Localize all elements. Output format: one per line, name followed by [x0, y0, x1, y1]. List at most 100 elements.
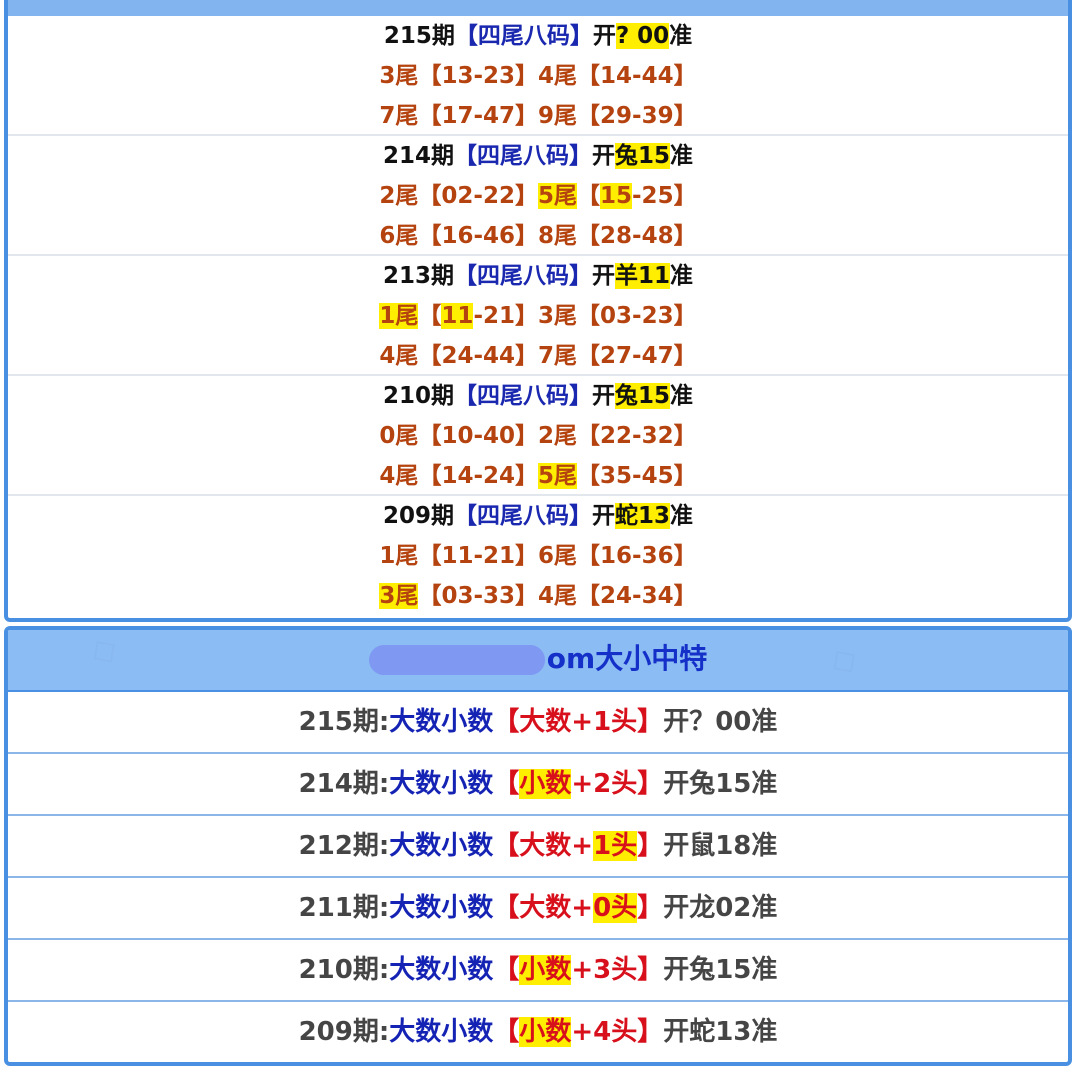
- tail-code-segment: 【14-24】: [418, 463, 538, 489]
- big-small-row: 209期:大数小数【小数+4头】开蛇13准: [8, 1002, 1068, 1062]
- prediction-segment: +4头】: [571, 1017, 664, 1047]
- open-prefix: 开: [592, 503, 615, 529]
- issue-number: 209期: [382, 503, 454, 529]
- row-label: 大数小数: [389, 831, 494, 861]
- tail-code-segment: 【03-33】: [418, 583, 538, 609]
- tail-code-segment: 【: [418, 303, 442, 329]
- prediction-segment: 【大数+1头】: [493, 707, 664, 737]
- tail-code-line: 3尾【13-23】4尾【14-44】: [8, 56, 1068, 96]
- prediction-segment: 【: [493, 769, 520, 799]
- tail-code-line: 4尾【24-44】7尾【27-47】: [8, 336, 1068, 376]
- big-small-row: 211期:大数小数【大数+0头】开龙02准: [8, 878, 1068, 940]
- issue-group: 213期【四尾八码】开羊11准 1尾【11-21】3尾【03-23】 4尾【24-4…: [8, 256, 1068, 376]
- issue-number: 215期: [383, 23, 455, 49]
- tail-code-line: 7尾【17-47】9尾【29-39】: [8, 96, 1068, 136]
- tail-code-segment: 【16-36】: [577, 543, 697, 569]
- row-open-result: 开龙02准: [663, 893, 778, 923]
- tail-code-line: 3尾【03-33】4尾【24-34】: [8, 576, 1068, 616]
- header-title: om大小中特: [546, 642, 708, 675]
- big-small-header: om大小中特: [8, 630, 1068, 692]
- big-small-row: 212期:大数小数【大数+1头】开鼠18准: [8, 816, 1068, 878]
- row-label: 大数小数: [389, 769, 494, 799]
- issue-title-line: 210期【四尾八码】开兔15准: [8, 376, 1068, 416]
- tail-code-segment: 【17-47】: [418, 103, 538, 129]
- open-suffix: 准: [670, 263, 694, 289]
- prediction-segment: 【: [493, 1017, 520, 1047]
- issue-title-line: 215期【四尾八码】开? 00准: [8, 16, 1068, 56]
- row-issue-number: 212期:: [298, 831, 390, 861]
- open-result: 蛇13: [615, 503, 671, 529]
- tail-code-line: 1尾【11-21】6尾【16-36】: [8, 536, 1068, 576]
- tail-code-segment: 6尾: [538, 543, 578, 569]
- tail-code-segment: 【27-47】: [577, 343, 697, 369]
- tail-code-line: 4尾【14-24】5尾【35-45】: [8, 456, 1068, 496]
- issue-number: 214期: [382, 143, 454, 169]
- row-label: 大数小数: [389, 1017, 494, 1047]
- tail-code-segment: 【16-46】: [418, 223, 538, 249]
- tail-code-segment: 【03-23】: [577, 303, 697, 329]
- tail-code-segment: 3尾: [379, 63, 419, 89]
- tail-code-segment: 【: [577, 183, 600, 209]
- blurred-site-name: [368, 645, 545, 675]
- row-label: 大数小数: [389, 893, 494, 923]
- prediction-segment: 】: [637, 831, 664, 861]
- row-label: 大数小数: [389, 955, 494, 985]
- prediction-segment: 小数: [519, 769, 572, 799]
- tail-code-segment: 1尾: [379, 543, 419, 569]
- tail-code-segment: 【13-23】: [418, 63, 538, 89]
- prediction-segment: +3头】: [571, 955, 664, 985]
- tail-code-segment: 【11-21】: [418, 543, 538, 569]
- tail-code-segment: 9尾: [538, 103, 578, 129]
- tail-code-segment: 5尾: [537, 183, 577, 209]
- issue-group: 215期【四尾八码】开? 00准 3尾【13-23】4尾【14-44】 7尾【17-…: [8, 16, 1068, 136]
- row-open-result: 开兔15准: [663, 955, 778, 985]
- row-issue-number: 209期:: [298, 1017, 390, 1047]
- prediction-segment: 】: [637, 893, 664, 923]
- tail-code-segment: 2尾: [379, 183, 419, 209]
- tail-code-segment: 0尾: [379, 423, 419, 449]
- open-prefix: 开: [592, 143, 615, 169]
- big-small-list: 215期:大数小数【大数+1头】开？00准 214期:大数小数【小数+2头】开兔1…: [8, 692, 1068, 1062]
- open-result: 羊11: [615, 263, 671, 289]
- tail-code-segment: 11: [441, 303, 474, 329]
- tail-code-segment: 8尾: [538, 223, 578, 249]
- issue-title-line: 214期【四尾八码】开兔15准: [8, 136, 1068, 176]
- big-small-panel: om大小中特 215期:大数小数【大数+1头】开？00准 214期:大数小数【小数…: [4, 626, 1072, 1066]
- tail-code-segment: 4尾: [379, 463, 419, 489]
- tail-code-segment: 7尾: [379, 103, 419, 129]
- big-small-row: 210期:大数小数【小数+3头】开兔15准: [8, 940, 1068, 1002]
- issue-tag: 【四尾八码】: [454, 503, 592, 529]
- tail-code-panel: 215期【四尾八码】开? 00准 3尾【13-23】4尾【14-44】 7尾【17-…: [4, 0, 1072, 622]
- open-prefix: 开: [592, 383, 615, 409]
- tail-code-segment: 5尾: [538, 463, 578, 489]
- issue-tag: 【四尾八码】: [454, 143, 592, 169]
- issue-number: 210期: [382, 383, 454, 409]
- tail-code-segment: 4尾: [379, 343, 419, 369]
- row-label: 大数小数: [389, 707, 494, 737]
- tail-code-list: 215期【四尾八码】开? 00准 3尾【13-23】4尾【14-44】 7尾【17-…: [8, 16, 1068, 616]
- issue-number: 213期: [382, 263, 454, 289]
- tail-code-segment: 4尾: [538, 583, 578, 609]
- tail-code-segment: 【02-22】: [418, 183, 538, 209]
- issue-group: 210期【四尾八码】开兔15准 0尾【10-40】2尾【22-32】 4尾【14-2…: [8, 376, 1068, 496]
- tail-code-segment: 【35-45】: [577, 463, 697, 489]
- tail-code-segment: 【10-40】: [418, 423, 538, 449]
- row-open-result: 开兔15准: [663, 769, 778, 799]
- tail-code-segment: 4尾: [538, 63, 578, 89]
- open-result: 兔15: [615, 143, 671, 169]
- panel-top-strip: [8, 0, 1068, 16]
- open-prefix: 开: [592, 263, 615, 289]
- row-issue-number: 210期:: [298, 955, 390, 985]
- open-suffix: 准: [670, 143, 694, 169]
- issue-tag: 【四尾八码】: [454, 383, 592, 409]
- tail-code-segment: 【22-32】: [577, 423, 697, 449]
- tail-code-line: 0尾【10-40】2尾【22-32】: [8, 416, 1068, 456]
- prediction-segment: 小数: [519, 955, 572, 985]
- big-small-row: 214期:大数小数【小数+2头】开兔15准: [8, 754, 1068, 816]
- open-suffix: 准: [670, 503, 694, 529]
- issue-title-line: 213期【四尾八码】开羊11准: [8, 256, 1068, 296]
- tail-code-segment: 【28-48】: [577, 223, 697, 249]
- tail-code-segment: -21】: [473, 303, 538, 329]
- issue-title-line: 209期【四尾八码】开蛇13准: [8, 496, 1068, 536]
- issue-tag: 【四尾八码】: [454, 263, 592, 289]
